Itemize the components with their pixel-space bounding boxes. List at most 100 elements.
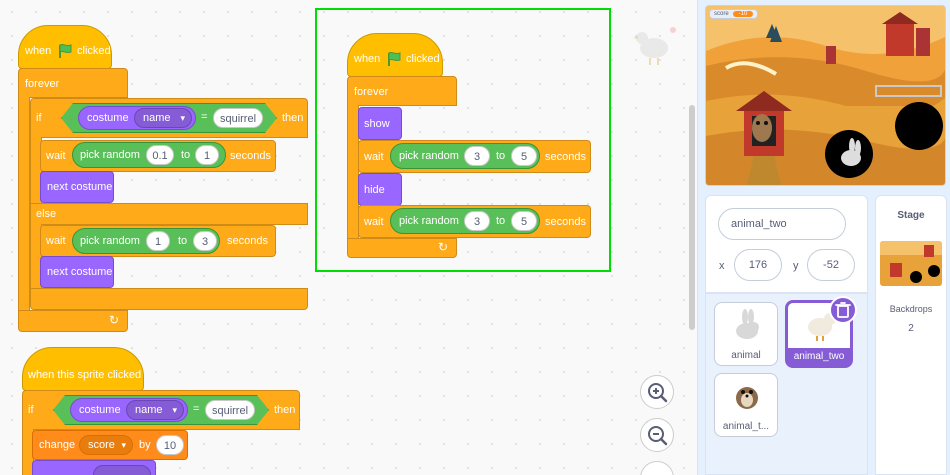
zoom-in-icon [648, 383, 668, 403]
backdrop-thumbnail-icon [880, 241, 942, 286]
compare-value: squirrel [211, 405, 249, 417]
squirrel-thumbnail-icon [736, 387, 758, 409]
sprite-info-panel: animal_two x 176 y -52 [705, 195, 868, 293]
stage-canvas[interactable]: score -10 [705, 5, 946, 186]
hat-word: when [25, 45, 52, 57]
else-label: else [36, 208, 57, 220]
trash-icon [835, 302, 851, 318]
forever-arm-1 [18, 97, 30, 310]
change-amount: 10 [163, 440, 177, 452]
x-position-input[interactable]: 176 [734, 249, 782, 281]
hat-suffix: clicked [77, 45, 111, 57]
random-to-value: 3 [201, 236, 209, 248]
zoom-reset-button[interactable] [640, 461, 674, 475]
to-label: to [178, 235, 188, 247]
y-position-input[interactable]: -52 [807, 249, 855, 281]
dropdown-value: score [88, 439, 115, 451]
next-costume-label: next costume [47, 266, 113, 278]
costume-label: costume [87, 112, 129, 124]
loop-arrow-icon: ↻ [109, 313, 120, 327]
if-else-foot-1 [30, 288, 308, 310]
score-variable-monitor[interactable]: score -10 [709, 9, 759, 19]
random-from-input[interactable]: 0.1 [146, 145, 174, 165]
to-label: to [181, 149, 191, 161]
hat-label: when this sprite clicked [28, 369, 142, 381]
random-to-input[interactable]: 3 [193, 231, 217, 251]
random-to-input[interactable]: 1 [195, 145, 219, 165]
then-label: then [274, 404, 296, 416]
forever-label: forever [25, 78, 60, 90]
random-from-input[interactable]: 1 [146, 231, 170, 251]
sprite-tile-label: animal_t... [722, 421, 770, 432]
compare-value: squirrel [219, 113, 257, 125]
compare-value-input[interactable]: squirrel [205, 400, 255, 420]
equals-sign: = [201, 111, 208, 123]
change-amount-input[interactable]: 10 [156, 435, 184, 455]
next-costume-block-1[interactable]: next costume [40, 171, 114, 203]
chevron-down-icon: ▾ [180, 113, 185, 123]
change-variable-block[interactable]: change score ▾ by 10 [32, 430, 188, 460]
then-label: then [282, 112, 304, 124]
pick-random-label: pick random [80, 235, 140, 247]
chevron-down-icon: ▾ [172, 405, 177, 415]
next-costume-label: next costume [47, 181, 113, 193]
pick-random-operator-1[interactable]: pick random 0.1 to 1 [72, 142, 226, 168]
random-to-value: 1 [203, 150, 211, 162]
costume-reporter-1[interactable]: costume name ▾ [78, 106, 196, 130]
costume-menu-dropdown[interactable]: name ▾ [134, 108, 192, 128]
stage-pane-title: Stage [897, 210, 925, 221]
y-label: y [793, 260, 799, 272]
random-from-value: 0.1 [152, 150, 168, 162]
when-sprite-clicked-hat[interactable]: when this sprite clicked [22, 347, 144, 391]
sprite-tile-animal[interactable]: animal [714, 302, 778, 366]
stage-thumbnail[interactable] [880, 241, 942, 286]
current-sprite-watermark-icon [633, 27, 676, 65]
sprite-name-input[interactable]: animal_two [718, 208, 846, 240]
code-area[interactable]: when clicked forever ↻ if then costume n… [0, 0, 698, 475]
partial-dropdown[interactable] [93, 465, 151, 475]
by-label: by [139, 439, 151, 451]
dropdown-value: name [143, 112, 171, 124]
sprite-name-value: animal_two [731, 218, 787, 230]
sprite-tile-label: animal [731, 350, 761, 361]
selected-script-highlight [315, 8, 611, 272]
when-flag-clicked-hat-1[interactable]: when clicked [18, 25, 112, 69]
stage-backdrop [706, 6, 945, 185]
green-flag-icon [59, 43, 72, 58]
compare-value-input[interactable]: squirrel [213, 108, 263, 128]
else-bar-1: else [30, 203, 308, 225]
costume-label: costume [79, 404, 121, 416]
equals-sign: = [193, 403, 200, 415]
rabbit-thumbnail-icon [736, 309, 759, 339]
zoom-out-icon [648, 426, 668, 446]
costume-menu-dropdown[interactable]: name ▾ [126, 400, 184, 420]
backdrops-count: 2 [908, 323, 914, 334]
change-label: change [39, 439, 76, 451]
if-label: if [36, 112, 42, 124]
wait-label: wait [46, 150, 66, 162]
forever-block-1[interactable]: forever [18, 68, 128, 98]
wait-label: wait [46, 235, 66, 247]
costume-reporter-3[interactable]: costume name ▾ [70, 398, 188, 422]
seconds-label: seconds [227, 235, 268, 247]
variable-menu-dropdown[interactable]: score ▾ [79, 435, 133, 455]
y-value: -52 [823, 259, 839, 271]
pick-random-operator-2[interactable]: pick random 1 to 3 [72, 228, 220, 254]
next-costume-block-2[interactable]: next costume [40, 256, 114, 288]
monitor-value: -10 [732, 11, 754, 17]
forever-foot-1: ↻ [18, 310, 128, 332]
random-from-value: 1 [154, 236, 162, 248]
dropdown-value: name [135, 404, 163, 416]
partial-looks-block[interactable] [32, 460, 156, 475]
pick-random-label: pick random [80, 149, 140, 161]
chevron-down-icon: ▾ [121, 440, 126, 450]
delete-sprite-button[interactable] [829, 296, 857, 324]
zoom-out-button[interactable] [640, 418, 674, 452]
zoom-in-button[interactable] [640, 375, 674, 409]
seconds-label: seconds [230, 150, 271, 162]
stage-selector-pane[interactable]: Stage Backdrops 2 [875, 195, 947, 475]
sprite-tile-animal-three[interactable]: animal_t... [714, 373, 778, 437]
if-label: if [28, 404, 34, 416]
x-value: 176 [748, 259, 768, 271]
code-area-scrollbar[interactable] [689, 105, 695, 330]
